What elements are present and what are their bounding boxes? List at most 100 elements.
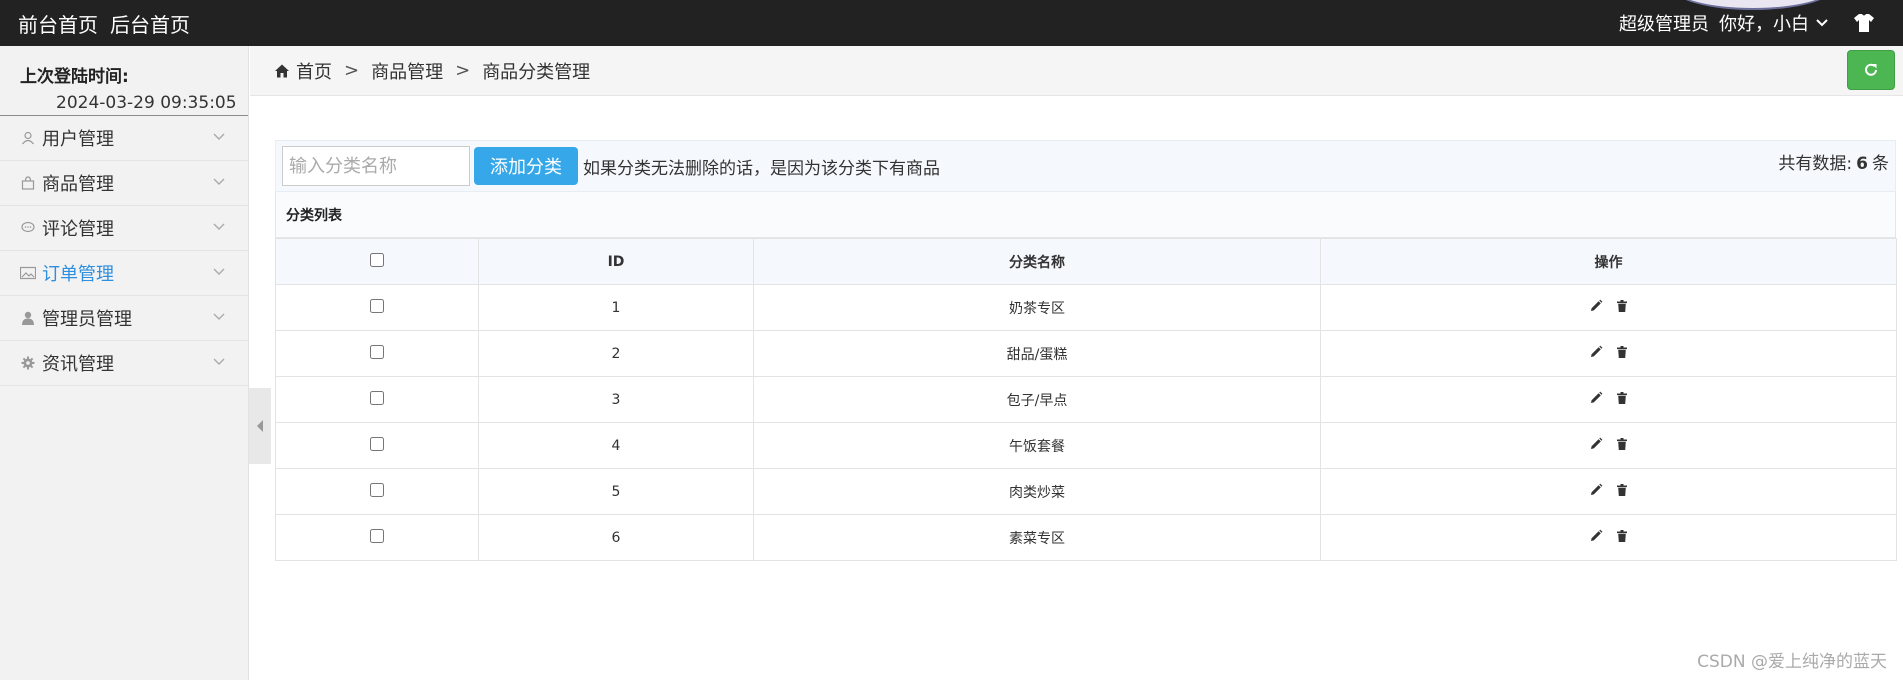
edit-pencil-icon[interactable] [1589,391,1603,405]
table-row: 2 甜品/蛋糕 [275,330,1897,377]
row-id: 4 [478,422,754,469]
breadcrumb: 首页 > 商品管理 > 商品分类管理 [250,46,1903,96]
delete-trash-icon[interactable] [1615,391,1629,405]
user-icon [20,130,36,146]
table-row: 1 奶茶专区 [275,284,1897,331]
column-header-id: ID [478,238,754,285]
row-actions [1320,468,1897,515]
breadcrumb-separator: > [455,60,471,81]
total-count-value: 6 [1856,154,1868,174]
edit-pencil-icon[interactable] [1589,437,1603,451]
edit-pencil-icon[interactable] [1589,345,1603,359]
chevron-down-icon [213,358,225,365]
table-row: 5 肉类炒菜 [275,468,1897,515]
sidebar-item-users[interactable]: 用户管理 [0,116,248,161]
bag-icon [20,175,36,191]
sidebar-item-admins[interactable]: 管理员管理 [0,296,248,341]
chevron-down-icon [213,133,225,140]
sidebar-item-label: 商品管理 [42,174,114,195]
sidebar-item-goods[interactable]: 商品管理 [0,161,248,206]
row-id: 6 [478,514,754,561]
delete-hint-text: 如果分类无法删除的话，是因为该分类下有商品 [583,158,940,179]
row-actions [1320,422,1897,469]
watermark: CSDN @爱上纯净的蓝天 [1697,652,1887,672]
edit-pencil-icon[interactable] [1589,529,1603,543]
column-header-actions: 操作 [1320,238,1897,285]
gear-icon [20,355,36,371]
delete-trash-icon[interactable] [1615,529,1629,543]
sidebar-item-comments[interactable]: 评论管理 [0,206,248,251]
main-content: 首页 > 商品管理 > 商品分类管理 添加分类 如果分类无法删除的话，是因为该分… [250,46,1903,680]
sidebar-item-label: 用户管理 [42,129,114,150]
chevron-down-icon [213,178,225,185]
sidebar-item-label: 管理员管理 [42,309,132,330]
row-id: 1 [478,284,754,331]
nav-admin-home-link[interactable]: 后台首页 [110,9,190,38]
table-header-row: ID 分类名称 操作 [275,238,1897,285]
top-nav: 前台首页 后台首页 [0,9,190,38]
sidebar-item-orders[interactable]: 订单管理 [0,251,248,296]
select-all-checkbox[interactable] [370,252,384,267]
add-category-button[interactable]: 添加分类 [474,147,578,185]
row-category-name: 肉类炒菜 [753,468,1321,515]
chevron-down-icon [213,268,225,275]
refresh-button[interactable] [1847,50,1895,90]
edit-pencil-icon[interactable] [1589,299,1603,313]
row-category-name: 奶茶专区 [753,284,1321,331]
row-category-name: 甜品/蛋糕 [753,330,1321,377]
category-table: ID 分类名称 操作 1 奶茶专区 2 甜品/蛋糕 3 包子/早点 4 午饭套餐 5 肉类炒菜 6 素… [275,238,1897,561]
home-icon [275,64,289,77]
row-select-cell [275,514,479,561]
row-id: 2 [478,330,754,377]
category-toolbar: 添加分类 如果分类无法删除的话，是因为该分类下有商品 共有数据:6条 [275,140,1896,192]
last-login-label: 上次登陆时间: [20,67,129,87]
row-checkbox[interactable] [370,298,384,313]
row-checkbox[interactable] [370,482,384,497]
row-actions [1320,376,1897,423]
sidebar-item-news[interactable]: 资讯管理 [0,341,248,386]
table-row: 4 午饭套餐 [275,422,1897,469]
person-icon [20,310,36,326]
row-category-name: 包子/早点 [753,376,1321,423]
row-actions [1320,514,1897,561]
sidebar-item-label: 资讯管理 [42,354,114,375]
breadcrumb-current: 商品分类管理 [482,61,591,83]
breadcrumb-home-link[interactable]: 首页 [296,58,332,84]
table-title: 分类列表 [275,192,1896,238]
last-login-value: 2024-03-29 09:35:05 [56,93,237,113]
row-checkbox[interactable] [370,344,384,359]
row-select-cell [275,376,479,423]
row-checkbox[interactable] [370,390,384,405]
category-name-input[interactable] [282,146,470,186]
row-checkbox[interactable] [370,528,384,543]
row-id: 3 [478,376,754,423]
role-label: 超级管理员 [1619,14,1709,35]
total-label: 共有数据: [1778,154,1853,174]
last-login-panel: 上次登陆时间: 2024-03-29 09:35:05 [0,46,248,116]
top-navbar: 前台首页 后台首页 超级管理员 你好，小白 [0,0,1903,46]
chevron-down-icon [213,223,225,230]
row-category-name: 午饭套餐 [753,422,1321,469]
comment-icon [20,220,36,236]
top-user-area: 超级管理员 你好，小白 [1619,0,1875,46]
row-actions [1320,284,1897,331]
edit-pencil-icon[interactable] [1589,483,1603,497]
greeting-text: 你好，小白 [1719,14,1809,35]
breadcrumb-goods[interactable]: 商品管理 [371,58,443,84]
sidebar-item-label: 订单管理 [42,264,114,285]
delete-trash-icon[interactable] [1615,345,1629,359]
delete-trash-icon[interactable] [1615,483,1629,497]
delete-trash-icon[interactable] [1615,299,1629,313]
delete-trash-icon[interactable] [1615,437,1629,451]
row-actions [1320,330,1897,377]
user-menu[interactable]: 你好，小白 [1719,10,1829,36]
sidebar-item-label: 评论管理 [42,219,114,240]
row-select-cell [275,422,479,469]
row-checkbox[interactable] [370,436,384,451]
nav-front-home-link[interactable]: 前台首页 [18,9,98,38]
total-count: 共有数据: 6 条 [1778,149,1889,174]
select-all-cell [275,238,479,285]
category-table-panel: 分类列表 ID 分类名称 操作 1 奶茶专区 2 甜品/蛋糕 3 包子/早点 4 午饭套餐 5 肉… [275,192,1897,561]
chevron-down-icon [1816,19,1828,27]
theme-shirt-icon[interactable] [1853,13,1875,33]
